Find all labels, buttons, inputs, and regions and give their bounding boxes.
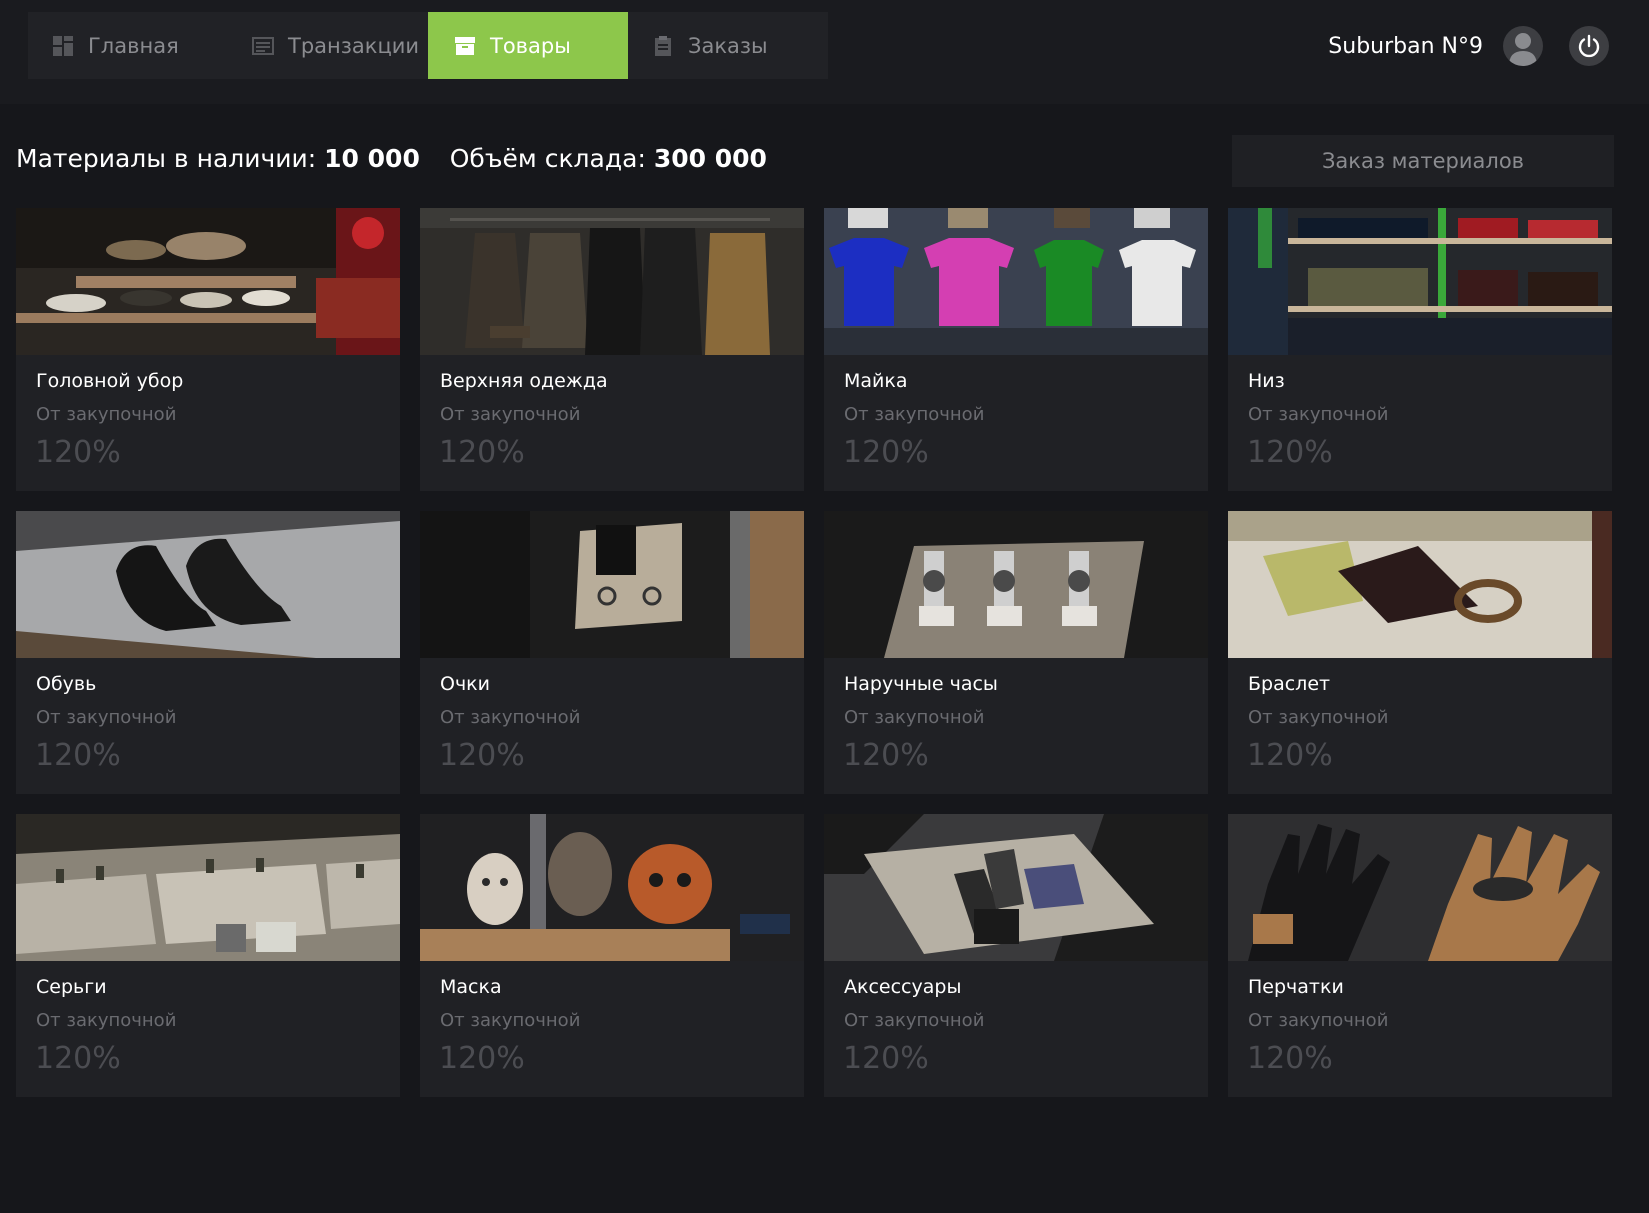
order-materials-button[interactable]: Заказ материалов: [1232, 135, 1614, 187]
product-title: Перчатки: [1248, 976, 1344, 998]
product-title: Низ: [1248, 370, 1285, 392]
product-markup: 120%: [35, 1041, 121, 1076]
product-markup: 120%: [1247, 738, 1333, 773]
product-card[interactable]: Серьги От закупочной 120%: [16, 814, 400, 1097]
product-markup: 120%: [843, 435, 929, 470]
product-subtitle: От закупочной: [1248, 1010, 1389, 1031]
product-image-bottoms: [1228, 208, 1612, 355]
product-markup: 120%: [843, 1041, 929, 1076]
product-markup: 120%: [35, 435, 121, 470]
materials-value: 10 000: [324, 144, 420, 173]
product-subtitle: От закупочной: [36, 1010, 177, 1031]
product-subtitle: От закупочной: [36, 707, 177, 728]
product-card[interactable]: Низ От закупочной 120%: [1228, 208, 1612, 491]
product-markup: 120%: [1247, 435, 1333, 470]
box-icon: [455, 36, 475, 55]
tab-products-label: Товары: [490, 33, 571, 58]
product-card[interactable]: Перчатки От закупочной 120%: [1228, 814, 1612, 1097]
product-image-watches: [824, 511, 1208, 658]
product-markup: 120%: [843, 738, 929, 773]
product-title: Очки: [440, 673, 491, 695]
business-name: Suburban N°9: [1328, 33, 1483, 59]
product-image-gloves: [1228, 814, 1612, 961]
clipboard-icon: [655, 35, 671, 56]
capacity-label: Объём склада:: [449, 144, 646, 173]
materials-label: Материалы в наличии:: [16, 144, 317, 173]
product-subtitle: От закупочной: [440, 404, 581, 425]
product-subtitle: От закупочной: [1248, 707, 1389, 728]
tab-orders-label: Заказы: [688, 33, 768, 58]
product-markup: 120%: [439, 738, 525, 773]
product-subtitle: От закупочной: [1248, 404, 1389, 425]
product-title: Серьги: [36, 976, 107, 998]
product-card[interactable]: Маска От закупочной 120%: [420, 814, 804, 1097]
nav-tabs: Главная Транзакции Товары Заказы: [28, 12, 828, 79]
product-title: Аксессуары: [844, 976, 962, 998]
dashboard-icon: [53, 35, 73, 56]
product-markup: 120%: [439, 1041, 525, 1076]
tab-orders[interactable]: Заказы: [628, 12, 828, 79]
product-title: Обувь: [36, 673, 97, 695]
user-icon[interactable]: [1503, 26, 1543, 66]
tab-products[interactable]: Товары: [428, 12, 628, 79]
product-image-accessories: [824, 814, 1208, 961]
product-grid: Головной убор От закупочной 120% Верхняя…: [16, 208, 1612, 1097]
product-card[interactable]: Наручные часы От закупочной 120%: [824, 511, 1208, 794]
product-image-earrings: [16, 814, 400, 961]
warehouse-stats: Материалы в наличии: 10 000 Объём склада…: [16, 144, 767, 173]
tab-home[interactable]: Главная: [28, 12, 228, 79]
product-card[interactable]: Браслет От закупочной 120%: [1228, 511, 1612, 794]
product-subtitle: От закупочной: [844, 404, 985, 425]
product-markup: 120%: [35, 738, 121, 773]
product-card[interactable]: Обувь От закупочной 120%: [16, 511, 400, 794]
tab-home-label: Главная: [88, 33, 179, 58]
capacity-value: 300 000: [653, 144, 767, 173]
product-image-outerwear: [420, 208, 804, 355]
product-image-hats: [16, 208, 400, 355]
product-title: Майка: [844, 370, 908, 392]
product-image-glasses: [420, 511, 804, 658]
top-bar: Главная Транзакции Товары Заказы Suburba…: [0, 0, 1649, 104]
power-icon[interactable]: [1569, 26, 1609, 66]
tab-transactions[interactable]: Транзакции: [228, 12, 428, 79]
product-title: Верхняя одежда: [440, 370, 608, 392]
product-title: Наручные часы: [844, 673, 998, 695]
product-subtitle: От закупочной: [440, 1010, 581, 1031]
product-card[interactable]: Очки От закупочной 120%: [420, 511, 804, 794]
product-subtitle: От закупочной: [844, 1010, 985, 1031]
user-area: Suburban N°9: [1328, 26, 1609, 66]
product-card[interactable]: Верхняя одежда От закупочной 120%: [420, 208, 804, 491]
product-image-shoes: [16, 511, 400, 658]
product-markup: 120%: [439, 435, 525, 470]
product-title: Головной убор: [36, 370, 184, 392]
product-card[interactable]: Майка От закупочной 120%: [824, 208, 1208, 491]
product-card[interactable]: Аксессуары От закупочной 120%: [824, 814, 1208, 1097]
product-title: Браслет: [1248, 673, 1331, 695]
product-image-bracelet: [1228, 511, 1612, 658]
product-subtitle: От закупочной: [440, 707, 581, 728]
product-title: Маска: [440, 976, 502, 998]
product-subtitle: От закупочной: [36, 404, 177, 425]
product-card[interactable]: Головной убор От закупочной 120%: [16, 208, 400, 491]
tab-transactions-label: Транзакции: [288, 33, 420, 58]
product-subtitle: От закупочной: [844, 707, 985, 728]
list-icon: [252, 36, 274, 55]
product-image-tshirts: [824, 208, 1208, 355]
product-markup: 120%: [1247, 1041, 1333, 1076]
product-image-masks: [420, 814, 804, 961]
